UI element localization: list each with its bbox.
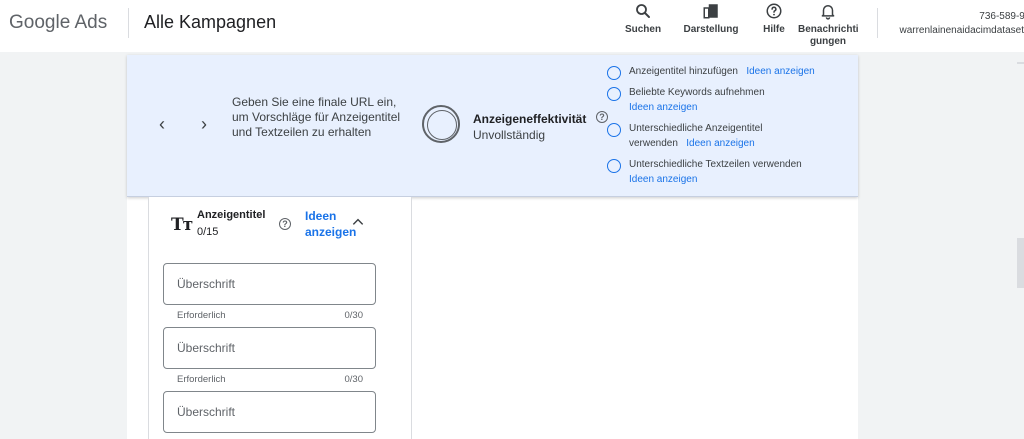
- headline-input-container: [163, 391, 376, 433]
- show-ideas-link[interactable]: Ideen anzeigen: [629, 102, 697, 113]
- chevron-up-icon[interactable]: [351, 215, 365, 229]
- next-arrow-button[interactable]: ›: [195, 115, 213, 133]
- tip-checkbox[interactable]: [607, 123, 621, 137]
- final-url-suggestion-text: Geben Sie eine finale URL ein, um Vorsch…: [232, 95, 401, 139]
- help-label: Hilfe: [763, 24, 785, 35]
- search-button[interactable]: Suchen: [620, 0, 666, 36]
- show-ideas-link[interactable]: Ideen anzeigen: [629, 174, 697, 185]
- scrollbar-thumb[interactable]: [1017, 238, 1024, 288]
- page-title: Alle Kampagnen: [144, 12, 277, 32]
- ad-strength-ring-icon: [422, 105, 460, 143]
- search-label: Suchen: [624, 24, 662, 35]
- search-icon: [636, 4, 650, 18]
- headline-input-container: [163, 327, 376, 369]
- headlines-count: 0/15: [197, 226, 219, 238]
- ad-strength-title: Anzeigeneffektivität: [473, 112, 587, 126]
- account-switcher[interactable]: 736-589-974 warrenlainenaidacimdataset: [887, 10, 1024, 38]
- char-counter: 0/30: [344, 310, 364, 321]
- account-id: 736-589-974: [979, 11, 1024, 22]
- required-label: Erforderlich: [177, 374, 226, 385]
- bell-icon: [821, 5, 835, 20]
- headlines-section: Tт Anzeigentitel 0/15 ? Ideen anzeigen E…: [148, 197, 412, 439]
- show-ideas-link[interactable]: Ideen anzeigen: [746, 66, 814, 77]
- notifications-label-line2: gungen: [809, 36, 847, 47]
- headline-input[interactable]: [164, 264, 375, 304]
- tip-label: Beliebte Keywords aufnehmen: [629, 87, 765, 98]
- help-icon: [766, 3, 782, 19]
- text-format-icon: Tт: [171, 215, 193, 235]
- headline-input[interactable]: [164, 392, 375, 432]
- tip-text: Beliebte Keywords aufnehmen Ideen anzeig…: [629, 85, 839, 115]
- tip-text: Unterschiedliche Textzeilen verwenden Id…: [629, 157, 839, 187]
- tip-text: Anzeigentitel hinzufügen Ideen anzeigen: [629, 64, 839, 79]
- scrollbar-marker: [1017, 62, 1024, 64]
- char-counter: 0/30: [344, 374, 364, 385]
- ad-strength-banner: ‹ › Geben Sie eine finale URL ein, um Vo…: [127, 55, 858, 197]
- google-ads-logo[interactable]: Google Ads: [9, 12, 107, 34]
- required-label: Erforderlich: [177, 310, 226, 321]
- account-name: warrenlainenaidacimdataset: [899, 25, 1024, 36]
- headline-input[interactable]: [164, 328, 375, 368]
- help-circle-icon[interactable]: ?: [596, 111, 608, 123]
- appearance-label: Darstellung: [683, 24, 739, 35]
- tip-checkbox[interactable]: [607, 159, 621, 173]
- help-button[interactable]: Hilfe: [755, 0, 793, 36]
- notifications-button[interactable]: Benachrichti gungen: [798, 0, 859, 48]
- divider: [877, 8, 878, 38]
- previous-arrow-button[interactable]: ‹: [153, 115, 171, 133]
- show-ideas-link[interactable]: Ideen anzeigen: [686, 138, 754, 149]
- tip-checkbox[interactable]: [607, 87, 621, 101]
- divider: [128, 8, 129, 38]
- appearance-icon: [703, 4, 718, 19]
- notifications-label-line1: Benachrichti: [798, 24, 859, 35]
- help-circle-icon[interactable]: ?: [279, 218, 291, 230]
- top-bar: Google Ads Alle Kampagnen Suchen Darstel…: [0, 0, 1024, 52]
- tip-label: Unterschiedliche Textzeilen verwenden: [629, 159, 802, 170]
- ad-strength-status: Unvollständig: [473, 128, 546, 142]
- headline-input-container: [163, 263, 376, 305]
- tip-text: Unterschiedliche Anzeigentitel verwenden…: [629, 121, 789, 151]
- headlines-title: Anzeigentitel: [197, 209, 266, 221]
- tip-checkbox[interactable]: [607, 66, 621, 80]
- appearance-button[interactable]: Darstellung: [678, 0, 744, 36]
- tip-label: Anzeigentitel hinzufügen: [629, 66, 738, 77]
